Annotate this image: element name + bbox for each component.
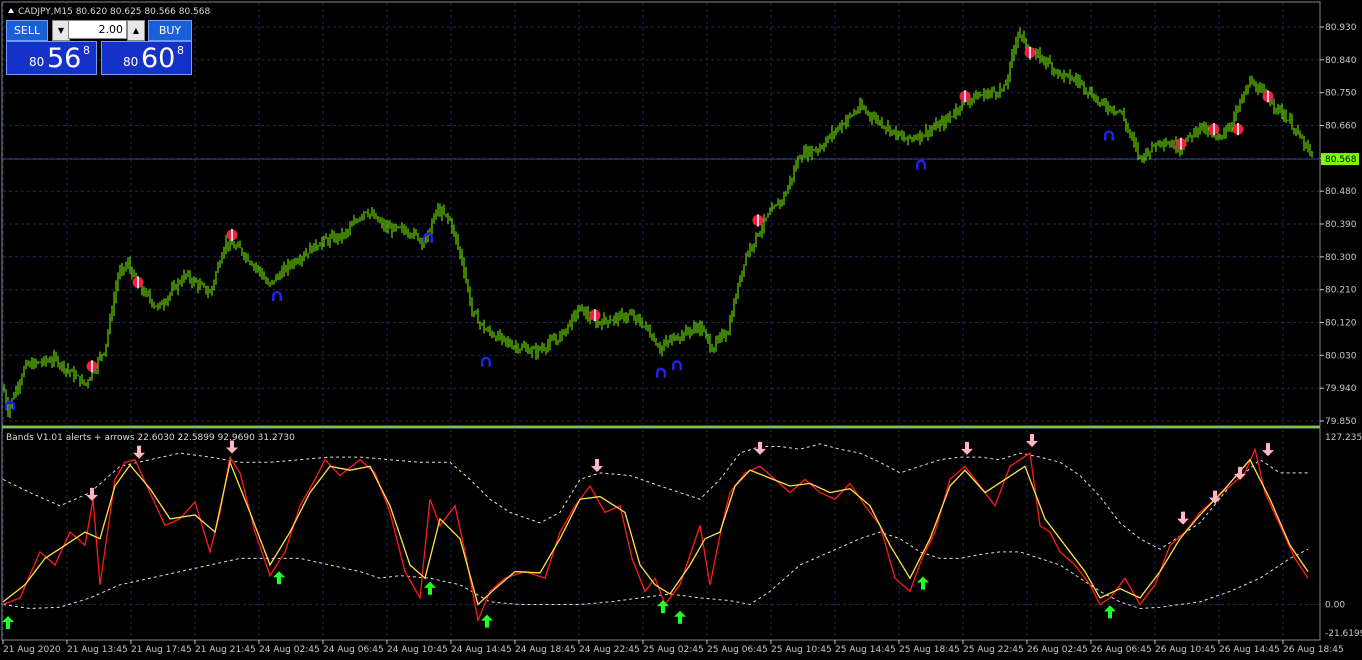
sell-price-pips: 56	[47, 43, 82, 74]
time-tick-label: 21 Aug 17:45	[131, 645, 192, 655]
fractal-down-marker-bar	[231, 228, 233, 241]
fractal-down-marker-bar	[91, 360, 93, 373]
buy-price-fraction: 8	[177, 44, 184, 57]
price-tick-label: 80.030	[1325, 351, 1357, 361]
indicator-label: Bands V1.01 alerts + arrows 22.6030 22.5…	[6, 433, 295, 443]
buy-price-pips: 60	[141, 43, 176, 74]
price-tick-label: 79.940	[1325, 384, 1357, 394]
time-tick-label: 26 Aug 10:45	[1155, 645, 1216, 655]
indicator-scale-top: 127.2358	[1325, 433, 1362, 443]
time-tick-label: 26 Aug 02:45	[1027, 645, 1088, 655]
time-tick-label: 26 Aug 18:45	[1283, 645, 1344, 655]
time-tick-label: 21 Aug 2020	[3, 645, 61, 655]
sell-price-fraction: 8	[83, 44, 90, 57]
time-tick-label: 25 Aug 10:45	[771, 645, 832, 655]
time-tick-label: 24 Aug 18:45	[515, 645, 576, 655]
price-tick-label: 80.930	[1325, 23, 1357, 33]
time-tick-label: 24 Aug 22:45	[579, 645, 640, 655]
fractal-down-marker-bar	[594, 309, 596, 322]
time-tick-label: 21 Aug 13:45	[67, 645, 128, 655]
price-tick-label: 80.840	[1325, 56, 1357, 66]
price-tick-label: 80.660	[1325, 122, 1357, 132]
chart-canvas[interactable]: 80.93080.84080.75080.66080.57080.48080.3…	[0, 0, 1362, 660]
sell-price-prefix: 80	[29, 55, 45, 69]
symbol-info: CADJPY,M15 80.620 80.625 80.566 80.568	[18, 7, 211, 17]
time-tick-label: 21 Aug 21:45	[195, 645, 256, 655]
fractal-down-marker-bar	[1180, 137, 1182, 150]
fractal-down-marker-bar	[1237, 123, 1239, 136]
chart-background	[0, 0, 1362, 660]
price-tick-label: 80.120	[1325, 319, 1357, 329]
lot-size-input[interactable]	[68, 20, 127, 39]
time-tick-label: 26 Aug 14:45	[1219, 645, 1280, 655]
sell-button[interactable]: SELL	[6, 20, 48, 41]
price-tick-label: 80.300	[1325, 253, 1357, 263]
price-tick-label: 80.750	[1325, 89, 1357, 99]
price-tick-label: 80.480	[1325, 187, 1357, 197]
indicator-scale-bottom: -21.6199	[1325, 629, 1362, 639]
time-tick-label: 26 Aug 06:45	[1091, 645, 1152, 655]
time-tick-label: 24 Aug 14:45	[451, 645, 512, 655]
time-tick-label: 24 Aug 02:45	[259, 645, 320, 655]
time-tick-label: 24 Aug 10:45	[387, 645, 448, 655]
time-tick-label: 25 Aug 14:45	[835, 645, 896, 655]
time-tick-label: 25 Aug 06:45	[707, 645, 768, 655]
price-tick-label: 80.210	[1325, 286, 1357, 296]
fractal-down-marker-bar	[757, 214, 759, 227]
current-price-label: 80.568	[1325, 155, 1357, 165]
price-tick-label: 79.850	[1325, 417, 1357, 427]
time-tick-label: 25 Aug 22:45	[963, 645, 1024, 655]
one-click-trading-panel: SELL ▼ ▲ BUY 80 56 8 80 60 8	[6, 20, 192, 76]
time-tick-label: 24 Aug 06:45	[323, 645, 384, 655]
fractal-down-marker-bar	[137, 276, 139, 289]
buy-price-prefix: 80	[123, 55, 139, 69]
indicator-scale-zero: 0.00	[1325, 601, 1345, 611]
fractal-down-marker-bar	[1267, 90, 1269, 103]
time-tick-label: 25 Aug 18:45	[899, 645, 960, 655]
fractal-down-marker-bar	[1029, 46, 1031, 59]
time-tick-label: 25 Aug 02:45	[643, 645, 704, 655]
buy-button[interactable]: BUY	[148, 20, 192, 41]
fractal-down-marker-bar	[964, 90, 966, 103]
sell-price-box[interactable]: 80 56 8	[6, 41, 97, 75]
price-tick-label: 80.390	[1325, 220, 1357, 230]
caret-up-icon[interactable]: ▲	[127, 20, 145, 41]
buy-price-box[interactable]: 80 60 8	[101, 41, 192, 75]
fractal-down-marker-bar	[1213, 123, 1215, 136]
